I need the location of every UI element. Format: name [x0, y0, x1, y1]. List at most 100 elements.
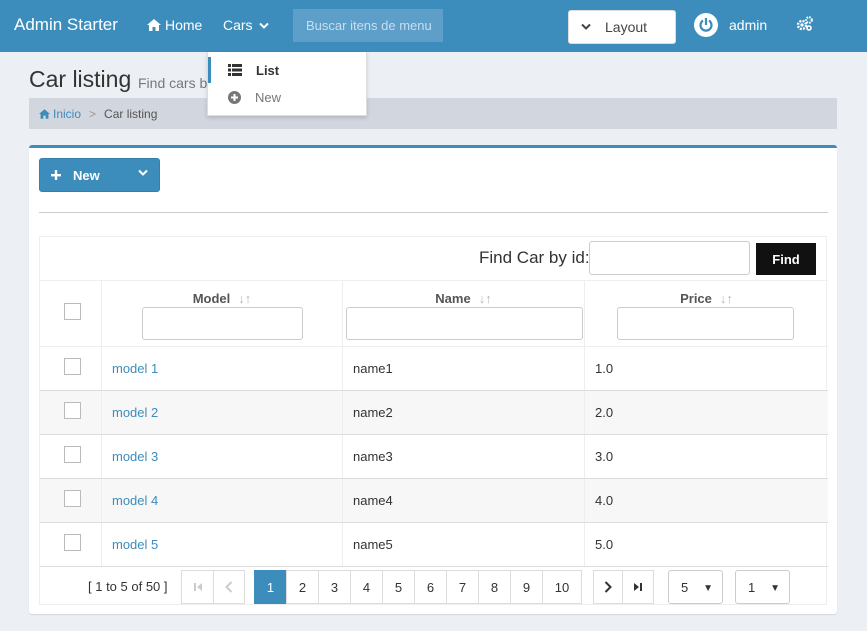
- user-menu[interactable]: admin: [694, 13, 767, 37]
- price-cell: 5.0: [595, 537, 614, 552]
- rows-per-page-select[interactable]: 5 ▼: [668, 570, 723, 604]
- last-page-button[interactable]: [622, 570, 654, 604]
- sort-icon: ↓↑: [478, 291, 492, 306]
- cars-dropdown-menu: List New: [207, 52, 367, 116]
- nav-home-label: Home: [165, 17, 203, 33]
- name-cell: name5: [353, 537, 393, 552]
- prev-page-button[interactable]: [213, 570, 245, 604]
- page-button-8[interactable]: 8: [478, 570, 511, 604]
- model-link[interactable]: model 2: [112, 405, 158, 420]
- page-button-2[interactable]: 2: [286, 570, 319, 604]
- name-cell: name2: [353, 405, 393, 420]
- last-page-icon: [634, 583, 642, 591]
- page-button-6[interactable]: 6: [414, 570, 447, 604]
- sort-icon: ↓↑: [238, 291, 252, 306]
- model-link[interactable]: model 4: [112, 493, 158, 508]
- brand-logo[interactable]: Admin Starter: [14, 15, 118, 35]
- table-row: model 5 name5 5.0: [40, 523, 828, 567]
- select-all-checkbox[interactable]: [64, 303, 81, 320]
- caret-down-icon: ▼: [770, 583, 780, 594]
- price-cell: 2.0: [595, 405, 614, 420]
- row-checkbox[interactable]: [64, 402, 81, 419]
- column-name-label: Name: [435, 291, 471, 306]
- page-button-5[interactable]: 5: [382, 570, 415, 604]
- select-all-cell: [40, 281, 102, 346]
- name-cell: name3: [353, 449, 393, 464]
- model-filter-input[interactable]: [142, 307, 303, 340]
- find-button[interactable]: Find: [756, 243, 816, 275]
- nav-cars-dropdown[interactable]: Cars: [209, 0, 276, 52]
- next-page-button[interactable]: [593, 570, 623, 604]
- page-button-9[interactable]: 9: [510, 570, 543, 604]
- breadcrumb-current: Car listing: [104, 107, 158, 121]
- sort-price[interactable]: Price ↓↑: [585, 291, 828, 306]
- column-header-price: Price ↓↑: [585, 281, 828, 346]
- list-icon: [228, 64, 242, 76]
- find-by-id-input[interactable]: [589, 241, 750, 275]
- page-button-4[interactable]: 4: [350, 570, 383, 604]
- page-button-3[interactable]: 3: [318, 570, 351, 604]
- menu-item-list-label: List: [256, 62, 280, 78]
- page-button-10[interactable]: 10: [542, 570, 582, 604]
- user-name: admin: [729, 17, 768, 33]
- menu-item-new[interactable]: New: [208, 84, 367, 110]
- breadcrumb-separator-icon: >: [89, 107, 97, 121]
- sort-model[interactable]: Model ↓↑: [102, 291, 342, 306]
- price-cell: 1.0: [595, 361, 614, 376]
- column-price-label: Price: [680, 291, 712, 306]
- breadcrumb-home[interactable]: Inicio: [39, 106, 82, 121]
- row-checkbox[interactable]: [64, 446, 81, 463]
- cars-table: Find Car by id: Find Model ↓↑ Name ↓↑ Pr…: [39, 236, 828, 606]
- model-link[interactable]: model 3: [112, 449, 158, 464]
- nav-home[interactable]: Home: [147, 17, 202, 33]
- top-navbar: Admin Starter Home Cars Layout admin: [0, 0, 867, 52]
- table-row: model 1 name1 1.0: [40, 347, 828, 391]
- row-checkbox[interactable]: [64, 534, 81, 551]
- price-cell: 3.0: [595, 449, 614, 464]
- column-header-model: Model ↓↑: [102, 281, 343, 346]
- caret-down-icon: ▼: [703, 583, 713, 594]
- page-button-1[interactable]: 1: [254, 570, 287, 604]
- row-checkbox[interactable]: [64, 358, 81, 375]
- nav-cars-label: Cars: [223, 17, 253, 33]
- first-page-button[interactable]: [181, 570, 214, 604]
- menu-item-new-label: New: [255, 89, 282, 105]
- table-row: model 2 name2 2.0: [40, 391, 828, 435]
- model-link[interactable]: model 1: [112, 361, 158, 376]
- menu-item-list[interactable]: List: [208, 57, 367, 83]
- jump-to-page-select[interactable]: 1 ▼: [735, 570, 790, 604]
- chevron-down-icon[interactable]: [138, 169, 148, 177]
- chevron-down-icon: [581, 23, 591, 30]
- sort-name[interactable]: Name ↓↑: [343, 291, 584, 306]
- price-filter-input[interactable]: [617, 307, 794, 340]
- chevron-right-icon: [604, 581, 612, 593]
- model-link[interactable]: model 5: [112, 537, 158, 552]
- price-cell: 4.0: [595, 493, 614, 508]
- divider: [39, 212, 828, 213]
- home-icon: [147, 19, 161, 31]
- column-model-label: Model: [192, 291, 231, 306]
- settings-gears-icon[interactable]: [796, 16, 813, 31]
- menu-search-input[interactable]: [293, 9, 443, 42]
- page-subtitle: Find cars by: [138, 75, 215, 91]
- breadcrumb-home-label: Inicio: [53, 106, 82, 121]
- chevron-left-icon: [225, 581, 233, 593]
- paginator: [ 1 to 5 of 50 ] 1 2 3 4 5 6 7 8 9 10 5 …: [40, 567, 828, 606]
- layout-button[interactable]: Layout: [568, 10, 676, 44]
- row-checkbox[interactable]: [64, 490, 81, 507]
- chevron-down-icon: [258, 22, 269, 29]
- column-header-name: Name ↓↑: [343, 281, 585, 346]
- page-title: Car listing: [29, 66, 132, 92]
- find-by-id-row: Find Car by id: Find: [40, 237, 828, 281]
- table-row: model 3 name3 3.0: [40, 435, 828, 479]
- paginator-summary: [ 1 to 5 of 50 ]: [88, 579, 168, 594]
- jump-to-page-value: 1: [748, 579, 756, 595]
- name-cell: name4: [353, 493, 393, 508]
- plus-circle-icon: [228, 90, 241, 104]
- new-car-button[interactable]: New: [39, 158, 160, 192]
- first-page-icon: [193, 583, 202, 591]
- name-filter-input[interactable]: [346, 307, 583, 340]
- table-header-row: Model ↓↑ Name ↓↑ Price ↓↑: [40, 281, 828, 347]
- power-icon: [694, 13, 718, 37]
- page-button-7[interactable]: 7: [446, 570, 479, 604]
